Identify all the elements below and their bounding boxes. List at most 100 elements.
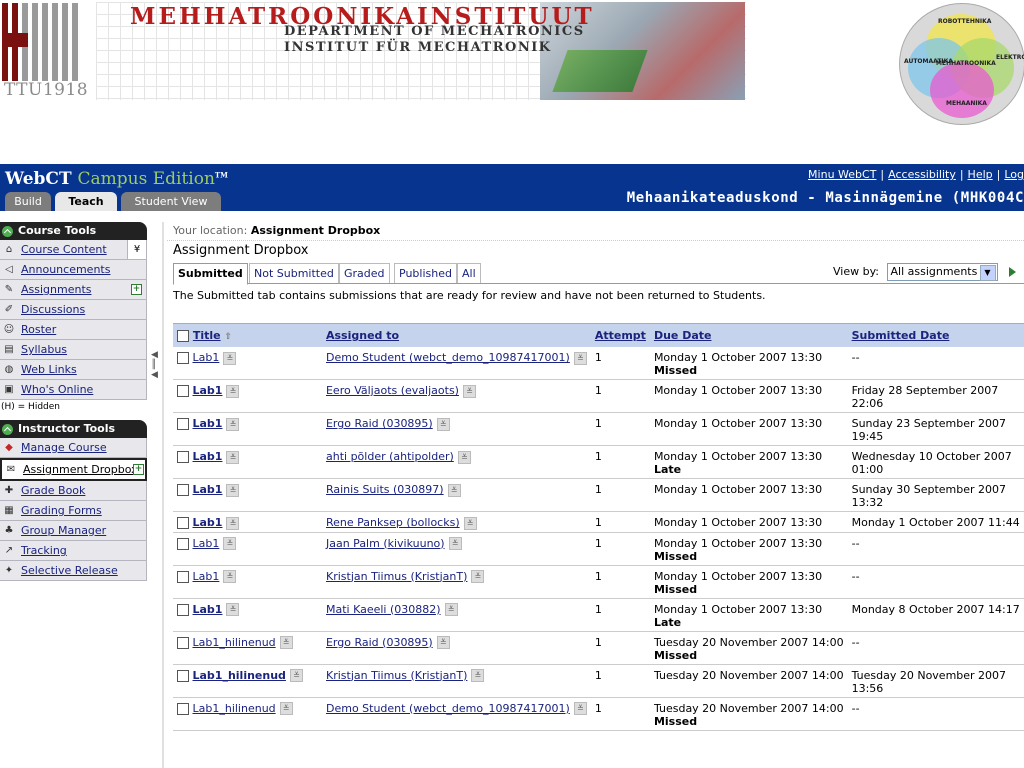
tab-teach[interactable]: Teach (55, 192, 117, 211)
sidebar-item-label[interactable]: Tracking (21, 541, 67, 560)
column-assigned-to[interactable]: Assigned to (326, 329, 399, 342)
student-link[interactable]: Rene Panksep (bollocks) (326, 516, 460, 529)
sidebar-item-label[interactable]: Syllabus (21, 340, 67, 359)
column-due-date[interactable]: Due Date (654, 329, 712, 342)
row-checkbox[interactable] (177, 636, 189, 649)
menu-icon[interactable]: ≚ (444, 603, 458, 616)
student-link[interactable]: Ergo Raid (030895) (326, 636, 433, 649)
menu-icon[interactable]: ≚ (573, 702, 587, 715)
sidebar-item-label[interactable]: Manage Course (21, 438, 107, 457)
sidebar-item-label[interactable]: Selective Release (21, 561, 118, 580)
menu-icon[interactable]: ≚ (223, 570, 237, 583)
view-by-select[interactable]: All assignments ▼ (886, 263, 998, 281)
row-checkbox[interactable] (177, 484, 189, 496)
assignment-title-link[interactable]: Lab1 (193, 417, 223, 430)
menu-icon[interactable]: ≚ (436, 417, 450, 431)
sidebar-item-label[interactable]: Grade Book (21, 481, 85, 500)
sidebar-item-label[interactable]: Course Content (21, 240, 107, 259)
table-row[interactable]: Lab1 ≚ ahti põlder (ahtipolder) ≚ 1 Monday 1 … (173, 445, 1024, 479)
menu-icon[interactable]: ≚ (436, 636, 450, 649)
sidebar-item-web-links[interactable]: ◍ Web Links (0, 360, 147, 380)
student-link[interactable]: ahti põlder (ahtipolder) (326, 450, 454, 463)
sidebar-item-label[interactable]: Announcements (21, 260, 110, 279)
student-link[interactable]: Eero Väljaots (evaljaots) (326, 384, 459, 397)
student-link[interactable]: Demo Student (webct_demo_10987417001) (326, 702, 570, 715)
menu-icon[interactable]: ≚ (573, 351, 587, 365)
student-link[interactable]: Rainis Suits (030897) (326, 483, 444, 496)
assignment-title-link[interactable]: Lab1 (193, 570, 220, 583)
assignment-title-link[interactable]: Lab1_hilinenud (193, 669, 286, 682)
menu-icon[interactable]: ≚ (462, 384, 476, 398)
row-checkbox[interactable] (177, 451, 189, 463)
row-checkbox[interactable] (177, 517, 189, 529)
sidebar-item-label[interactable]: Who's Online (21, 380, 93, 399)
menu-icon[interactable]: ≚ (471, 669, 485, 682)
chevron-down-icon[interactable]: ▼ (979, 265, 996, 281)
student-link[interactable]: Kristjan Tiimus (KristjanT) (326, 570, 467, 583)
sidebar-item-selective-release[interactable]: ✦ Selective Release (0, 561, 147, 581)
table-row[interactable]: Lab1_hilinenud ≚ Demo Student (webct_demo_… (173, 697, 1024, 731)
row-checkbox[interactable] (177, 537, 189, 550)
menu-icon[interactable]: ≚ (447, 483, 461, 497)
sidebar-collapse-handle[interactable]: ◀ ║ ◀ (151, 350, 159, 390)
menu-icon[interactable]: ≚ (226, 384, 240, 398)
sidebar-item-label[interactable]: Discussions (21, 300, 85, 319)
tab-build[interactable]: Build (5, 192, 51, 211)
assignment-title-link[interactable]: Lab1 (193, 384, 223, 397)
menu-icon[interactable]: ≚ (223, 537, 237, 550)
tab-graded[interactable]: Graded (339, 263, 390, 283)
student-link[interactable]: Demo Student (webct_demo_10987417001) (326, 351, 570, 364)
sidebar-item-tracking[interactable]: ↗ Tracking (0, 541, 147, 561)
sidebar-item-whos-online[interactable]: ▣ Who's Online (0, 380, 147, 400)
table-row[interactable]: Lab1 ≚ Rainis Suits (030897) ≚ 1 Monday 1 Oct… (173, 478, 1024, 512)
assignment-title-link[interactable]: Lab1 (193, 351, 220, 364)
select-all-checkbox[interactable] (177, 330, 189, 342)
student-link[interactable]: Ergo Raid (030895) (326, 417, 433, 430)
menu-icon[interactable]: ≚ (223, 351, 237, 365)
menu-icon[interactable]: ≚ (448, 537, 462, 550)
row-checkbox[interactable] (177, 418, 189, 430)
row-checkbox[interactable] (177, 385, 189, 397)
menu-icon[interactable]: ≚ (289, 669, 303, 682)
collapse-circle-icon[interactable] (2, 423, 13, 435)
chevron-down-icon[interactable]: ¥ (127, 240, 146, 259)
sidebar-item-label[interactable]: Assignment Dropbox (23, 460, 138, 479)
sidebar-item-discussions[interactable]: ✐ Discussions (0, 300, 147, 320)
sidebar-item-label[interactable]: Roster (21, 320, 56, 339)
sidebar-item-label[interactable]: Web Links (21, 360, 77, 379)
column-attempt[interactable]: Attempt (595, 329, 646, 342)
sidebar-item-label[interactable]: Grading Forms (21, 501, 102, 520)
sidebar-item-label[interactable]: Assignments (21, 280, 92, 299)
assignment-title-link[interactable]: Lab1 (193, 516, 223, 529)
sidebar-item-roster[interactable]: ☺ Roster (0, 320, 147, 340)
sidebar-item-course-content[interactable]: ⌂ Course Content ¥ (0, 240, 147, 260)
sidebar-item-syllabus[interactable]: ▤ Syllabus (0, 340, 147, 360)
menu-icon[interactable]: ≚ (279, 702, 293, 715)
row-checkbox[interactable] (177, 702, 189, 715)
student-link[interactable]: Mati Kaeeli (030882) (326, 603, 441, 616)
sidebar-item-assignments[interactable]: ✎ Assignments + (0, 280, 147, 300)
menu-icon[interactable]: ≚ (279, 636, 293, 649)
help-link[interactable]: Help (968, 168, 993, 181)
menu-icon[interactable]: ≚ (471, 570, 485, 583)
row-checkbox[interactable] (177, 352, 189, 364)
sidebar-item-manage-course[interactable]: ◆ Manage Course (0, 438, 147, 458)
sidebar-item-grading-forms[interactable]: ▦ Grading Forms (0, 501, 147, 521)
column-submitted-date[interactable]: Submitted Date (852, 329, 950, 342)
table-row[interactable]: Lab1 ≚ Jaan Palm (kivikuuno) ≚ 1 Monday 1 Oct… (173, 532, 1024, 566)
my-webct-link[interactable]: Minu WebCT (808, 168, 876, 181)
table-row[interactable]: Lab1 ≚ Kristjan Tiimus (KristjanT) ≚ 1 Monday… (173, 565, 1024, 599)
table-row[interactable]: Lab1_hilinenud ≚ Kristjan Tiimus (Kristjan… (173, 664, 1024, 698)
menu-icon[interactable]: ≚ (226, 603, 240, 616)
assignment-title-link[interactable]: Lab1 (193, 450, 223, 463)
table-row[interactable]: Lab1 ≚ Ergo Raid (030895) ≚ 1 Monday 1 Octobe… (173, 412, 1024, 446)
row-checkbox[interactable] (177, 669, 189, 682)
course-tools-header[interactable]: Course Tools (0, 222, 147, 240)
assignment-title-link[interactable]: Lab1 (193, 603, 223, 616)
tab-submitted[interactable]: Submitted (173, 263, 248, 285)
sidebar-item-assignment-dropbox[interactable]: ✉ Assignment Dropbox + (0, 458, 147, 481)
table-row[interactable]: Lab1 ≚ Mati Kaeeli (030882) ≚ 1 Monday 1 Octo… (173, 598, 1024, 632)
sort-icon[interactable]: ⇧ (224, 332, 232, 342)
assignment-title-link[interactable]: Lab1_hilinenud (193, 702, 276, 715)
sidebar-item-group-manager[interactable]: ♣ Group Manager (0, 521, 147, 541)
